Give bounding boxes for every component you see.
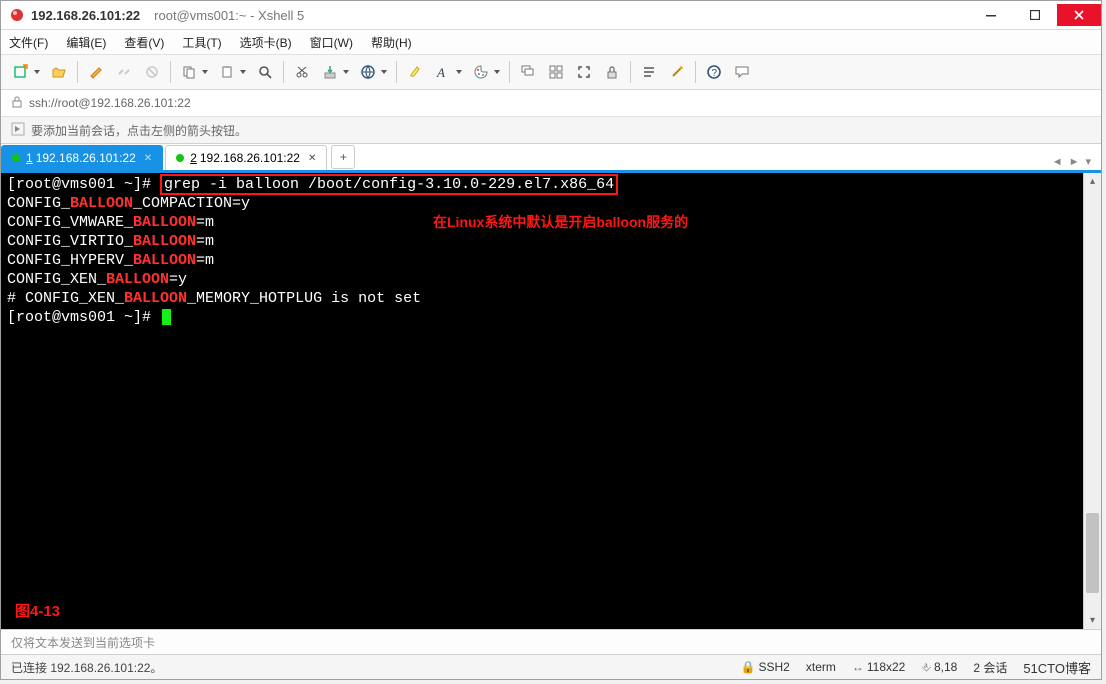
- menu-view[interactable]: 查看(V): [124, 34, 164, 51]
- font-button[interactable]: A: [431, 60, 465, 84]
- scroll-down-icon[interactable]: ▾: [1084, 612, 1101, 629]
- svg-text:?: ?: [712, 68, 718, 79]
- highlight-button[interactable]: [403, 60, 427, 84]
- status-bar: 已连接 192.168.26.101:22。 🔒SSH2 xterm ↔118x…: [1, 654, 1101, 679]
- tab-close-icon[interactable]: ✕: [308, 153, 316, 164]
- status-protocol: 🔒SSH2: [741, 660, 790, 674]
- scrollbar[interactable]: ▴ ▾: [1083, 173, 1101, 629]
- tab-add-button[interactable]: +: [331, 145, 355, 169]
- tab-number: 2: [190, 151, 197, 165]
- watermark: 51CTO博客: [1023, 658, 1091, 677]
- info-bar: 要添加当前会话，点击左侧的箭头按钮。: [1, 117, 1101, 144]
- status-dot-icon: [12, 154, 20, 162]
- menu-edit[interactable]: 编辑(E): [66, 34, 106, 51]
- menu-bar: 文件(F) 编辑(E) 查看(V) 工具(T) 选项卡(B) 窗口(W) 帮助(…: [1, 30, 1101, 55]
- tab-bar: 1 192.168.26.101:22 ✕ 2 192.168.26.101:2…: [1, 144, 1101, 173]
- pos-icon: ⎀: [921, 660, 931, 675]
- scroll-thumb[interactable]: [1086, 513, 1099, 593]
- tab-inactive[interactable]: 2 192.168.26.101:22 ✕: [165, 145, 327, 170]
- app-icon: [9, 7, 25, 23]
- send-placeholder: 仅将文本发送到当前选项卡: [11, 634, 155, 651]
- svg-text:A: A: [436, 65, 445, 80]
- menu-help[interactable]: 帮助(H): [371, 34, 412, 51]
- tab-number: 1: [26, 151, 33, 165]
- tile-button[interactable]: [544, 60, 568, 84]
- cascade-button[interactable]: [516, 60, 540, 84]
- disconnect-button[interactable]: [140, 60, 164, 84]
- toolbar: A ?: [1, 55, 1101, 90]
- status-pos: ⎀8,18: [921, 660, 957, 675]
- menu-file[interactable]: 文件(F): [9, 34, 48, 51]
- tab-label: 192.168.26.101:22: [200, 151, 300, 165]
- status-connected: 已连接 192.168.26.101:22。: [11, 659, 162, 676]
- title-session: root@vms001:~ - Xshell 5: [154, 8, 304, 23]
- align-button[interactable]: [637, 60, 661, 84]
- maximize-button[interactable]: [1013, 4, 1057, 26]
- search-button[interactable]: [253, 60, 277, 84]
- tab-menu-icon[interactable]: ▾: [1083, 155, 1093, 168]
- globe-button[interactable]: [356, 60, 390, 84]
- tab-active[interactable]: 1 192.168.26.101:22 ✕: [1, 145, 163, 170]
- fullscreen-button[interactable]: [572, 60, 596, 84]
- new-session-button[interactable]: [9, 60, 43, 84]
- close-button[interactable]: [1057, 4, 1101, 26]
- tab-next-icon[interactable]: ►: [1067, 156, 1082, 168]
- lock-button[interactable]: [600, 60, 624, 84]
- size-icon: ↔: [852, 660, 864, 674]
- address-bar[interactable]: ssh://root@192.168.26.101:22: [1, 90, 1101, 117]
- reconnect-button[interactable]: [112, 60, 136, 84]
- chat-button[interactable]: [730, 60, 754, 84]
- status-dot-icon: [176, 154, 184, 162]
- tab-label: 192.168.26.101:22: [36, 151, 136, 165]
- send-input[interactable]: 仅将文本发送到当前选项卡: [1, 629, 1101, 654]
- status-sessions: 2 会话: [973, 659, 1007, 676]
- palette-button[interactable]: [469, 60, 503, 84]
- title-bar: 192.168.26.101:22 root@vms001:~ - Xshell…: [1, 1, 1101, 30]
- edit-properties-button[interactable]: [84, 60, 108, 84]
- tab-prev-icon[interactable]: ◄: [1050, 156, 1065, 168]
- terminal[interactable]: [root@vms001 ~]# grep -i balloon /boot/c…: [1, 173, 1083, 629]
- title-host: 192.168.26.101:22: [31, 8, 140, 23]
- open-session-button[interactable]: [47, 60, 71, 84]
- menu-tools[interactable]: 工具(T): [182, 34, 221, 51]
- lock-small-icon: 🔒: [741, 660, 756, 674]
- arrow-icon[interactable]: [11, 122, 25, 139]
- status-emulation: xterm: [806, 660, 836, 674]
- help-button[interactable]: ?: [702, 60, 726, 84]
- info-text: 要添加当前会话，点击左侧的箭头按钮。: [31, 122, 247, 139]
- tab-nav: ◄ ► ▾: [1050, 155, 1093, 168]
- minimize-button[interactable]: [969, 4, 1013, 26]
- scissors-button[interactable]: [290, 60, 314, 84]
- copy-button[interactable]: [177, 60, 211, 84]
- address-text: ssh://root@192.168.26.101:22: [29, 96, 191, 110]
- menu-window[interactable]: 窗口(W): [310, 34, 353, 51]
- scroll-up-icon[interactable]: ▴: [1084, 173, 1101, 190]
- transfer-button[interactable]: [318, 60, 352, 84]
- tab-close-icon[interactable]: ✕: [144, 153, 152, 164]
- wand-button[interactable]: [665, 60, 689, 84]
- status-size: ↔118x22: [852, 660, 905, 674]
- paste-button[interactable]: [215, 60, 249, 84]
- menu-tabs[interactable]: 选项卡(B): [240, 34, 292, 51]
- lock-icon: [11, 96, 23, 111]
